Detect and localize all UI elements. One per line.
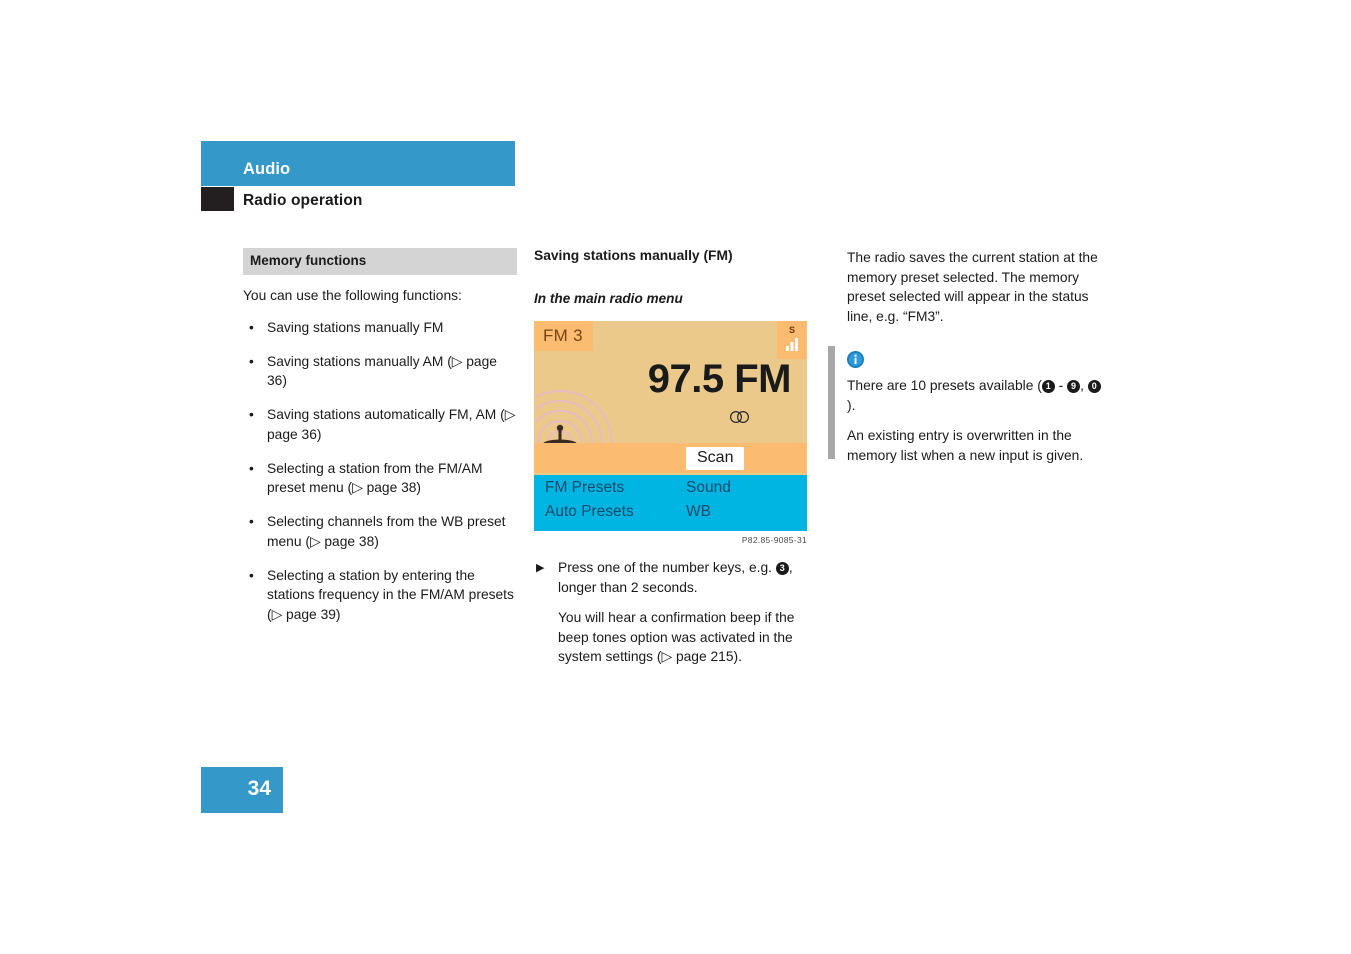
memory-functions-list: • Saving stations manually FM • Saving s… <box>243 318 518 625</box>
number-key-chip: 3 <box>775 562 789 575</box>
list-item: • Saving stations automatically FM, AM (… <box>243 405 518 444</box>
left-column: Memory functions You can use the followi… <box>243 248 518 639</box>
section-heading-label: Memory functions <box>250 253 367 268</box>
list-item: • Selecting a station from the FM/AM pre… <box>243 459 518 498</box>
info-key-separator: - <box>1054 378 1068 393</box>
bullet-marker-icon: • <box>249 319 254 335</box>
page-number: 34 <box>247 777 271 800</box>
figure-caption: P82.85-9085-31 <box>741 535 807 545</box>
list-item-label: Selecting a station from the FM/AM prese… <box>267 460 483 496</box>
fm-preset-label: FM 3 <box>543 326 583 345</box>
info-paragraph: An existing entry is overwritten in the … <box>847 428 1084 463</box>
info-callout: There are 10 presets available (1 - 9, 0… <box>828 346 1102 465</box>
radio-menu-bar: FM Presets Sound Auto Presets WB <box>534 475 807 531</box>
bullet-marker-icon: • <box>249 514 254 529</box>
right-paragraph: The radio saves the current station at t… <box>847 250 1098 324</box>
instruction-arrow-icon: ▶ <box>536 562 545 574</box>
radio-display-illustration: FM 3 S 97.5 FM Scan FM Presets Sound Aut… <box>534 321 807 531</box>
signal-strength-icon: S <box>786 325 798 351</box>
stereo-icon <box>729 410 750 424</box>
page-subtitle: Radio operation <box>243 192 363 209</box>
list-item: • Saving stations manually AM (▷ page 36… <box>243 352 518 391</box>
right-column: The radio saves the current station at t… <box>828 248 1102 465</box>
list-item-label: Saving stations manually AM (▷ page 36) <box>267 353 497 389</box>
info-key-comma: , <box>1080 378 1088 393</box>
info-text-pre: There are 10 presets available ( <box>847 378 1042 393</box>
list-item-label: Saving stations automatically FM, AM (▷ … <box>267 407 516 442</box>
bullet-marker-icon: • <box>249 353 254 369</box>
list-item-label: Selecting a station by entering the stat… <box>267 567 514 622</box>
menu-item-wb[interactable]: WB <box>686 503 711 521</box>
info-callout-bar <box>828 346 835 459</box>
page-title: Audio <box>243 160 291 178</box>
scan-button[interactable]: Scan <box>686 447 745 470</box>
radio-main-area: FM 3 S 97.5 FM Scan <box>534 321 807 473</box>
number-key-chip: 0 <box>1087 380 1101 393</box>
info-text-post: ). <box>847 397 856 413</box>
menu-item-fm-presets[interactable]: FM Presets <box>545 479 624 497</box>
list-item: • Selecting channels from the WB preset … <box>243 512 518 551</box>
list-item-label: Selecting channels from the WB preset me… <box>267 514 506 549</box>
menu-item-sound[interactable]: Sound <box>686 479 731 497</box>
info-paragraph: There are 10 presets available (1 - 9, 0… <box>847 376 1102 415</box>
instruction-text-pre: Press one of the number keys, e.g. <box>558 560 776 575</box>
instruction-step: ▶ Press one of the number keys, e.g. 3, l… <box>534 558 809 597</box>
list-item: • Selecting a station by entering the st… <box>243 566 518 625</box>
bullet-marker-icon: • <box>249 460 254 476</box>
intro-text: You can use the following functions: <box>243 288 462 303</box>
info-icon <box>847 351 864 368</box>
instruction-note: You will hear a confirmation beep if the… <box>558 610 795 664</box>
section-heading-bar: Memory functions <box>243 248 517 275</box>
middle-section-heading: Saving stations manually (FM) <box>534 248 733 263</box>
menu-item-auto-presets[interactable]: Auto Presets <box>545 503 634 521</box>
svg-text:S: S <box>789 325 795 335</box>
list-item: • Saving stations manually FM <box>243 318 518 338</box>
number-key-chip: 9 <box>1067 380 1081 393</box>
bullet-marker-icon: • <box>249 407 254 422</box>
scan-strip <box>534 443 807 473</box>
bullet-marker-icon: • <box>249 567 254 583</box>
middle-column: Saving stations manually (FM) In the mai… <box>534 248 809 667</box>
chapter-marker-square <box>201 187 234 211</box>
list-item-label: Saving stations manually FM <box>267 319 444 335</box>
middle-section-subheading: In the main radio menu <box>534 291 683 306</box>
number-key-chip: 1 <box>1041 380 1055 393</box>
